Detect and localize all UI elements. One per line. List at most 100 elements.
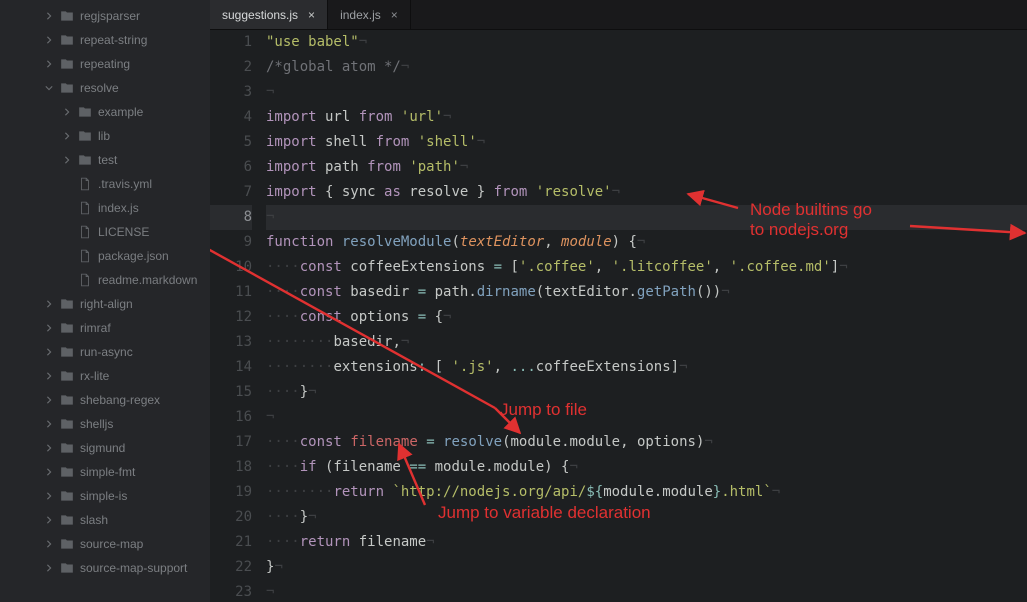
code-line[interactable]: ····const options = {¬ [266,305,1027,330]
code-line[interactable]: }¬ [266,555,1027,580]
code-line[interactable]: import path from 'path'¬ [266,155,1027,180]
tree-folder-repeat-string[interactable]: repeat-string [0,28,210,52]
tree-file-readme-markdown[interactable]: readme.markdown [0,268,210,292]
line-number: 8 [210,205,252,230]
code-line[interactable]: ····const basedir = path.dirname(textEdi… [266,280,1027,305]
tree-file-package-json[interactable]: package.json [0,244,210,268]
tree-folder-simple-fmt[interactable]: simple-fmt [0,460,210,484]
tab-index-js[interactable]: index.js× [328,0,411,29]
folder-icon [60,513,74,527]
line-number: 12 [210,305,252,330]
code-line[interactable]: ········basedir,¬ [266,330,1027,355]
tree-file-index-js[interactable]: index.js [0,196,210,220]
chevron-right-icon[interactable] [44,347,54,357]
code-line[interactable]: ¬ [266,205,1027,230]
tree-item-label: right-align [80,297,133,311]
line-number: 23 [210,580,252,602]
chevron-right-icon[interactable] [44,11,54,21]
line-number: 16 [210,405,252,430]
folder-icon [60,33,74,47]
file-icon [78,225,92,239]
chevron-right-icon[interactable] [44,371,54,381]
close-icon[interactable]: × [391,8,398,22]
code-line[interactable]: ········extensions: [ '.js', ...coffeeEx… [266,355,1027,380]
folder-icon [60,345,74,359]
tree-item-label: sigmund [80,441,125,455]
tree-folder-sigmund[interactable]: sigmund [0,436,210,460]
chevron-right-icon[interactable] [62,107,72,117]
line-number: 14 [210,355,252,380]
tree-folder-simple-is[interactable]: simple-is [0,484,210,508]
chevron-down-icon[interactable] [44,83,54,93]
tree-item-label: source-map [80,537,143,551]
file-tree[interactable]: regjsparserrepeat-stringrepeatingresolve… [0,0,210,602]
chevron-right-icon[interactable] [44,299,54,309]
chevron-right-icon[interactable] [44,515,54,525]
chevron-right-icon[interactable] [44,563,54,573]
code-line[interactable]: import { sync as resolve } from 'resolve… [266,180,1027,205]
tree-folder-rimraf[interactable]: rimraf [0,316,210,340]
line-number: 3 [210,80,252,105]
chevron-right-icon[interactable] [44,467,54,477]
tree-item-label: LICENSE [98,225,149,239]
code-line[interactable]: ¬ [266,405,1027,430]
tree-item-label: readme.markdown [98,273,197,287]
code-line[interactable]: function resolveModule(textEditor, modul… [266,230,1027,255]
tree-folder-repeating[interactable]: repeating [0,52,210,76]
chevron-right-icon[interactable] [44,395,54,405]
code-line[interactable]: ····}¬ [266,380,1027,405]
tree-item-label: simple-fmt [80,465,135,479]
tree-folder-shebang-regex[interactable]: shebang-regex [0,388,210,412]
tab-label: suggestions.js [222,8,298,22]
tab-suggestions-js[interactable]: suggestions.js × [210,0,328,29]
tree-folder-resolve[interactable]: resolve [0,76,210,100]
code-line[interactable]: ····if (filename == module.module) {¬ [266,455,1027,480]
chevron-right-icon[interactable] [44,443,54,453]
folder-icon [60,537,74,551]
tree-folder-run-async[interactable]: run-async [0,340,210,364]
folder-icon [60,489,74,503]
code-line[interactable]: ····const filename = resolve(module.modu… [266,430,1027,455]
tree-folder-source-map-support[interactable]: source-map-support [0,556,210,580]
tree-folder-regjsparser[interactable]: regjsparser [0,4,210,28]
folder-icon [60,441,74,455]
tree-folder-right-align[interactable]: right-align [0,292,210,316]
folder-icon [60,297,74,311]
tree-folder-rx-lite[interactable]: rx-lite [0,364,210,388]
chevron-right-icon[interactable] [62,131,72,141]
tree-folder-slash[interactable]: slash [0,508,210,532]
chevron-right-icon[interactable] [62,155,72,165]
code-line[interactable]: ····}¬ [266,505,1027,530]
tree-item-label: rx-lite [80,369,109,383]
tree-folder-source-map[interactable]: source-map [0,532,210,556]
code-line[interactable]: import shell from 'shell'¬ [266,130,1027,155]
line-number: 22 [210,555,252,580]
chevron-right-icon[interactable] [44,419,54,429]
line-number: 18 [210,455,252,480]
tree-file-license[interactable]: LICENSE [0,220,210,244]
tree-folder-example[interactable]: example [0,100,210,124]
folder-icon [60,57,74,71]
code-line[interactable]: ····return filename¬ [266,530,1027,555]
code-line[interactable]: ····const coffeeExtensions = ['.coffee',… [266,255,1027,280]
code-line[interactable]: ¬ [266,80,1027,105]
tree-item-label: run-async [80,345,133,359]
code-line[interactable]: /*global atom */¬ [266,55,1027,80]
tree-folder-test[interactable]: test [0,148,210,172]
tree-folder-shelljs[interactable]: shelljs [0,412,210,436]
code-line[interactable]: ¬ [266,580,1027,602]
code-line[interactable]: import url from 'url'¬ [266,105,1027,130]
tree-folder-lib[interactable]: lib [0,124,210,148]
chevron-right-icon[interactable] [44,539,54,549]
chevron-right-icon[interactable] [44,323,54,333]
line-number: 17 [210,430,252,455]
code-line[interactable]: ········return `http://nodejs.org/api/${… [266,480,1027,505]
folder-icon [60,465,74,479]
tree-file--travis-yml[interactable]: .travis.yml [0,172,210,196]
chevron-right-icon[interactable] [44,35,54,45]
code-line[interactable]: "use babel"¬ [266,30,1027,55]
chevron-right-icon[interactable] [44,59,54,69]
code-area[interactable]: "use babel"¬/*global atom */¬¬import url… [266,30,1027,602]
chevron-right-icon[interactable] [44,491,54,501]
close-icon[interactable]: × [308,8,315,22]
